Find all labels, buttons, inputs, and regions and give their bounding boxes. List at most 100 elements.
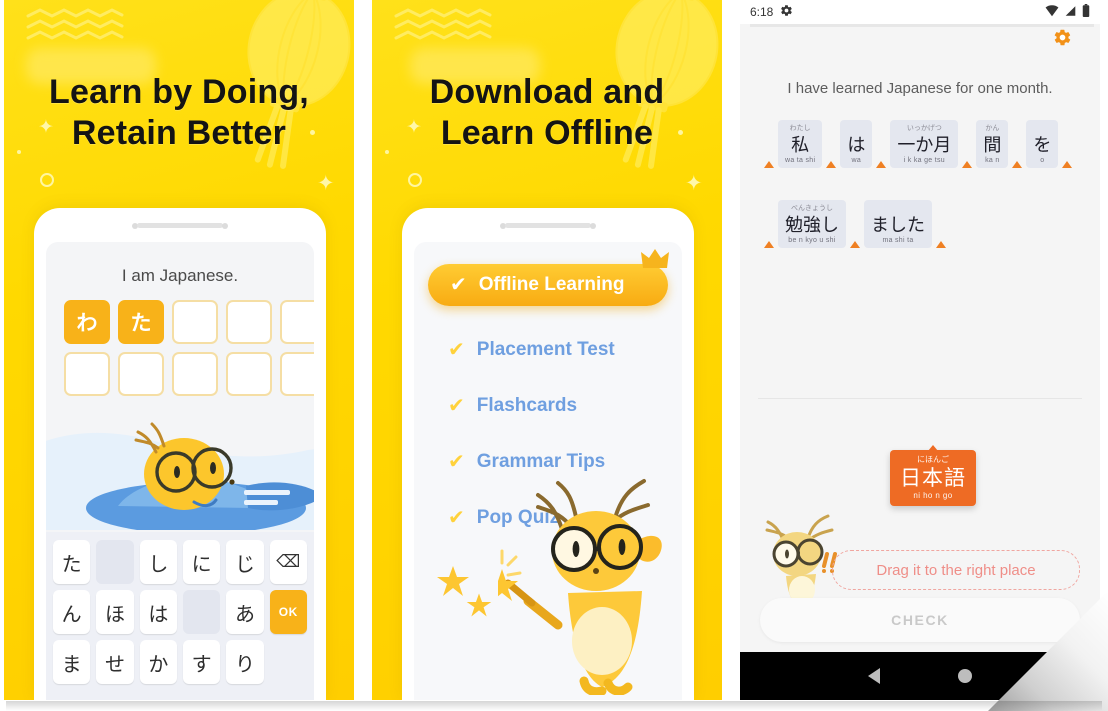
plus-decoration: ✦ bbox=[685, 172, 703, 195]
key-あ[interactable]: あ bbox=[226, 590, 264, 634]
dot-decoration bbox=[385, 150, 389, 154]
dot-decoration bbox=[678, 130, 683, 135]
drop-slot-marker[interactable] bbox=[876, 161, 887, 169]
word-chip-kanji: を bbox=[1033, 135, 1052, 155]
wifi-icon bbox=[1045, 4, 1059, 20]
feature-item-flashcards[interactable]: ✔ Flashcards bbox=[414, 386, 682, 426]
drop-hint-placeholder[interactable]: Drag it to the right place bbox=[832, 550, 1080, 590]
word-chip[interactable]: ました ma shi ta bbox=[864, 200, 932, 249]
keyboard-row: ませかすり bbox=[53, 640, 307, 684]
promo-title-line2: Retain Better bbox=[71, 114, 287, 153]
drop-slot-marker[interactable] bbox=[850, 241, 860, 249]
answer-cell-empty[interactable] bbox=[172, 300, 218, 344]
answer-cell-empty[interactable] bbox=[64, 352, 110, 396]
answer-cell-filled[interactable]: わ bbox=[64, 300, 110, 344]
feature-item-offline-learning[interactable]: ✔ Offline Learning bbox=[428, 249, 669, 306]
promo-title: Download and Learn Offline bbox=[372, 72, 722, 155]
word-chip[interactable]: べんきょうし 勉強し be n kyo u shi bbox=[778, 200, 846, 249]
word-chip[interactable]: をo bbox=[1026, 120, 1059, 169]
squiggle-decoration bbox=[26, 8, 124, 46]
word-chip[interactable]: わたし私 wa ta shi bbox=[778, 120, 823, 169]
gear-icon bbox=[780, 4, 793, 20]
settings-gear-icon[interactable] bbox=[1053, 28, 1072, 52]
feature-item-placement-test[interactable]: ✔ Placement Test bbox=[414, 330, 682, 370]
answer-cell-empty[interactable] bbox=[118, 352, 164, 396]
drop-slot-marker[interactable] bbox=[826, 161, 837, 169]
key-か[interactable]: か bbox=[139, 640, 177, 684]
word-chip-romaji: ka n bbox=[985, 156, 1000, 164]
drop-slot-marker[interactable] bbox=[962, 161, 973, 169]
key-ok[interactable]: OK bbox=[269, 590, 307, 634]
status-bar-time: 6:18 bbox=[750, 5, 774, 19]
word-chip-kanji: は bbox=[847, 135, 866, 155]
plus-decoration: ✦ bbox=[38, 117, 54, 138]
answer-slot-row-2[interactable]: べんきょうし 勉強し be n kyo u shi ました ma shi ta bbox=[760, 200, 950, 249]
word-chip-kanji: ました bbox=[871, 215, 925, 235]
answer-cell-empty[interactable] bbox=[226, 352, 272, 396]
answer-cell-empty[interactable] bbox=[280, 300, 314, 344]
squiggle-decoration bbox=[394, 8, 492, 46]
check-icon: ✔ bbox=[450, 274, 467, 296]
phone-bezel bbox=[402, 208, 694, 242]
drop-slot-marker[interactable] bbox=[764, 161, 774, 169]
check-icon: ✔ bbox=[448, 395, 465, 417]
key-せ[interactable]: せ bbox=[96, 640, 134, 684]
word-chip[interactable]: は wa bbox=[840, 120, 873, 169]
phone-mockup: I am Japanese. わた た し に じ ⌫ ん ほ は あ OK ま… bbox=[34, 208, 326, 700]
montage-canvas: Learn by Doing, Retain Better ✦ ✦ I am J… bbox=[0, 0, 1108, 711]
exercise-prompt: I am Japanese. bbox=[121, 266, 239, 285]
check-icon: ✔ bbox=[448, 507, 465, 529]
hiragana-keyboard[interactable]: た しにじ ⌫ んほは あ OK ませかすり bbox=[46, 532, 314, 700]
status-bar-right bbox=[1045, 4, 1090, 20]
drop-slot-marker[interactable] bbox=[764, 241, 774, 249]
android-screenshot-panel: 6:18 I have learned Japanese for one mon… bbox=[740, 0, 1100, 700]
answer-cell-empty[interactable] bbox=[172, 352, 218, 396]
answer-slot-row-1[interactable]: わたし私 wa ta shi は wa いっかげつ 一か月 i k ka ge tsu かん間… bbox=[760, 120, 1076, 169]
key-ま[interactable]: ま bbox=[53, 640, 91, 684]
mascot-on-plane-illustration bbox=[46, 390, 314, 535]
answer-cell-empty[interactable] bbox=[226, 300, 272, 344]
key-ほ[interactable]: ほ bbox=[96, 590, 134, 634]
drop-slot-marker[interactable] bbox=[1062, 161, 1073, 169]
answer-grid: わた bbox=[64, 300, 314, 396]
word-chip[interactable]: いっかげつ 一か月 i k ka ge tsu bbox=[890, 120, 959, 169]
home-circle-icon[interactable] bbox=[958, 669, 972, 683]
answer-cell-empty[interactable] bbox=[280, 352, 314, 396]
status-bar-separator bbox=[750, 24, 1094, 27]
key-ん[interactable]: ん bbox=[53, 590, 91, 634]
phone-mockup: ✔ Offline Learning ✔ Placement Test ✔ Flashca… bbox=[402, 208, 694, 700]
answer-cell-filled[interactable]: た bbox=[118, 300, 164, 344]
promo-panel-download-offline: Download and Learn Offline ✦ ✦ ✔ Offline … bbox=[372, 0, 722, 700]
key-は[interactable]: は bbox=[139, 590, 177, 634]
deer-mascot-illustration bbox=[482, 465, 682, 700]
word-chip-furigana bbox=[1033, 125, 1051, 134]
key-に[interactable]: に bbox=[182, 540, 221, 584]
check-button[interactable]: CHECK bbox=[760, 598, 1080, 642]
ring-decoration bbox=[40, 173, 54, 187]
draggable-word-card[interactable]: にほんご 日本語 ni ho n go bbox=[890, 450, 976, 506]
draggable-card-romaji: ni ho n go bbox=[913, 491, 953, 501]
key-す[interactable]: す bbox=[182, 640, 221, 684]
camera-dot-icon bbox=[222, 223, 228, 229]
star-decoration bbox=[466, 592, 492, 623]
promo-title-line2: Learn Offline bbox=[440, 114, 654, 153]
word-chip-furigana: かん bbox=[985, 125, 1000, 132]
status-bar-left: 6:18 bbox=[750, 4, 793, 20]
question-sentence: I have learned Japanese for one month. bbox=[787, 80, 1053, 97]
backspace-icon[interactable]: ⌫ bbox=[269, 540, 307, 584]
key-し[interactable]: し bbox=[139, 540, 177, 584]
word-chip-furigana bbox=[847, 125, 865, 134]
key-じ[interactable]: じ bbox=[226, 540, 264, 584]
drop-slot-marker[interactable] bbox=[936, 241, 946, 249]
word-chip[interactable]: かん間 ka n bbox=[976, 120, 1009, 169]
battery-icon bbox=[1082, 4, 1090, 20]
back-triangle-icon[interactable] bbox=[868, 668, 880, 684]
promo-title-line1: Learn by Doing, bbox=[49, 73, 309, 111]
word-chip-romaji: i k ka ge tsu bbox=[903, 156, 945, 164]
draggable-card-furigana: にほんご bbox=[917, 455, 949, 464]
drop-hint-label: Drag it to the right place bbox=[876, 561, 1036, 579]
drop-slot-marker[interactable] bbox=[1012, 161, 1023, 169]
word-chip-romaji: be n kyo u shi bbox=[788, 236, 836, 244]
key-た[interactable]: た bbox=[53, 540, 91, 584]
key-り[interactable]: り bbox=[226, 640, 264, 684]
